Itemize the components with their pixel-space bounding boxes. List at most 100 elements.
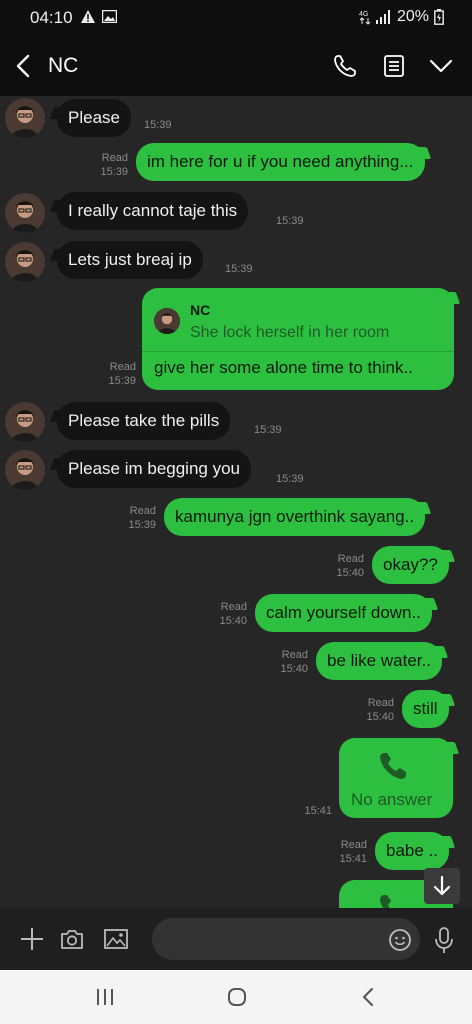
message-input-bar (0, 908, 472, 970)
notes-icon[interactable] (381, 53, 407, 79)
read-receipt: Read (101, 152, 128, 164)
message-input[interactable] (152, 918, 420, 960)
camera-icon[interactable] (59, 926, 85, 952)
message-text: okay?? (383, 555, 438, 574)
message-meta: Read 15:39 (120, 504, 156, 532)
message-text: give her some alone time to think.. (154, 358, 413, 377)
avatar[interactable] (5, 98, 45, 138)
message-meta: Read 15:41 (331, 838, 367, 866)
call-status: No answer (351, 790, 433, 809)
message-bubble[interactable]: babe .. (375, 832, 449, 870)
message-text: I really cannot taje this (68, 201, 238, 220)
arrow-down-icon (433, 875, 451, 896)
message-time: 15:39 (225, 263, 253, 275)
svg-text:4G: 4G (359, 11, 368, 18)
chat-title[interactable]: NC (48, 54, 78, 78)
message-bubble[interactable]: still (402, 690, 449, 728)
emoji-icon[interactable] (388, 928, 412, 952)
read-receipt: Read (220, 601, 247, 613)
message-meta: Read 15:40 (358, 696, 394, 724)
message-text: im here for u if you need anything... (147, 152, 414, 171)
message-text: calm yourself down.. (266, 603, 421, 622)
message-meta: Read 15:40 (211, 600, 247, 628)
read-receipt: Read (281, 649, 308, 661)
message-time: 15:39 (276, 473, 304, 485)
message-bubble[interactable]: Lets just breaj ip (57, 241, 203, 279)
gallery-icon[interactable] (103, 926, 129, 952)
avatar[interactable] (5, 402, 45, 442)
data-arrows-icon: 4G (359, 11, 371, 25)
message-text: be like water.. (327, 651, 431, 670)
chat-area[interactable]: Please 15:39 Read 15:39 im here for u if… (0, 96, 472, 908)
message-time: 15:41 (339, 853, 367, 865)
message-text: Lets just breaj ip (68, 250, 192, 269)
reply-message[interactable]: NC She lock herself in her room give her… (142, 288, 454, 390)
message-bubble[interactable]: Please take the pills (57, 402, 231, 440)
plus-icon[interactable] (19, 926, 45, 952)
read-receipt: Read (337, 553, 364, 565)
read-receipt: Read (367, 697, 394, 709)
message-time: 15:40 (366, 711, 394, 723)
message-bubble[interactable]: okay?? (372, 546, 449, 584)
message-text: kamunya jgn overthink sayang.. (175, 507, 415, 526)
system-nav-bar (0, 970, 472, 1024)
phone-call-icon (380, 753, 406, 779)
battery-percent: 20% (396, 8, 429, 25)
message-meta: 15:39 (254, 423, 282, 437)
message-text: babe .. (386, 841, 438, 860)
avatar[interactable] (5, 193, 45, 233)
warning-icon (81, 10, 95, 23)
message-time: 15:40 (219, 615, 247, 627)
message-text: Please im begging you (68, 459, 241, 478)
read-receipt: Read (109, 361, 136, 373)
message-time: 15:41 (304, 805, 332, 817)
message-meta: Read 15:39 (100, 360, 136, 388)
chevron-down-icon[interactable] (428, 53, 454, 79)
message-text: still (413, 699, 438, 718)
message-bubble[interactable]: kamunya jgn overthink sayang.. (164, 498, 426, 536)
message-time: 15:39 (128, 519, 156, 531)
message-time: 15:40 (280, 663, 308, 675)
battery-icon (434, 9, 444, 25)
microphone-icon[interactable] (432, 926, 456, 954)
message-text: Please (68, 108, 120, 127)
recent-apps-icon[interactable] (93, 986, 117, 1008)
message-bubble[interactable]: I really cannot taje this (57, 192, 249, 230)
quoted-avatar (154, 308, 180, 334)
message-text: Please take the pills (68, 411, 220, 430)
read-receipt: Read (340, 839, 367, 851)
message-bubble[interactable]: Please im begging you (57, 450, 252, 488)
message-bubble[interactable]: be like water.. (316, 642, 442, 680)
quoted-text: She lock herself in her room (190, 324, 390, 341)
message-bubble[interactable]: im here for u if you need anything... (136, 143, 425, 181)
message-time: 15:40 (336, 567, 364, 579)
back-icon[interactable] (12, 52, 36, 80)
message-time: 15:39 (276, 215, 304, 227)
scroll-down-button[interactable] (424, 868, 460, 904)
message-bubble[interactable]: Please (57, 99, 131, 137)
message-meta: Read 15:40 (328, 552, 364, 580)
signal-icon (375, 10, 390, 24)
message-meta: 15:39 (225, 262, 253, 276)
message-time: 15:39 (100, 166, 128, 178)
missed-call-card[interactable]: No answer (339, 738, 453, 818)
status-time: 04:10 (30, 8, 73, 27)
phone-call-icon (380, 895, 391, 908)
status-right: 4G 20% (359, 8, 444, 26)
avatar[interactable] (5, 242, 45, 282)
message-meta: Read 15:39 (92, 151, 128, 179)
reply-divider (142, 351, 454, 352)
message-bubble[interactable]: calm yourself down.. (255, 594, 432, 632)
message-time: 15:39 (108, 375, 136, 387)
message-time: 15:39 (254, 424, 282, 436)
avatar[interactable] (5, 450, 45, 490)
message-meta: 15:41 (296, 804, 332, 818)
home-icon[interactable] (225, 986, 249, 1008)
read-receipt: Read (129, 505, 156, 517)
back-nav-icon[interactable] (357, 986, 381, 1008)
image-icon (102, 10, 117, 23)
phone-icon[interactable] (332, 53, 358, 79)
message-time: 15:39 (144, 119, 172, 131)
message-meta: 15:39 (144, 118, 172, 132)
status-bar: 04:10 4G 20% (0, 0, 472, 36)
